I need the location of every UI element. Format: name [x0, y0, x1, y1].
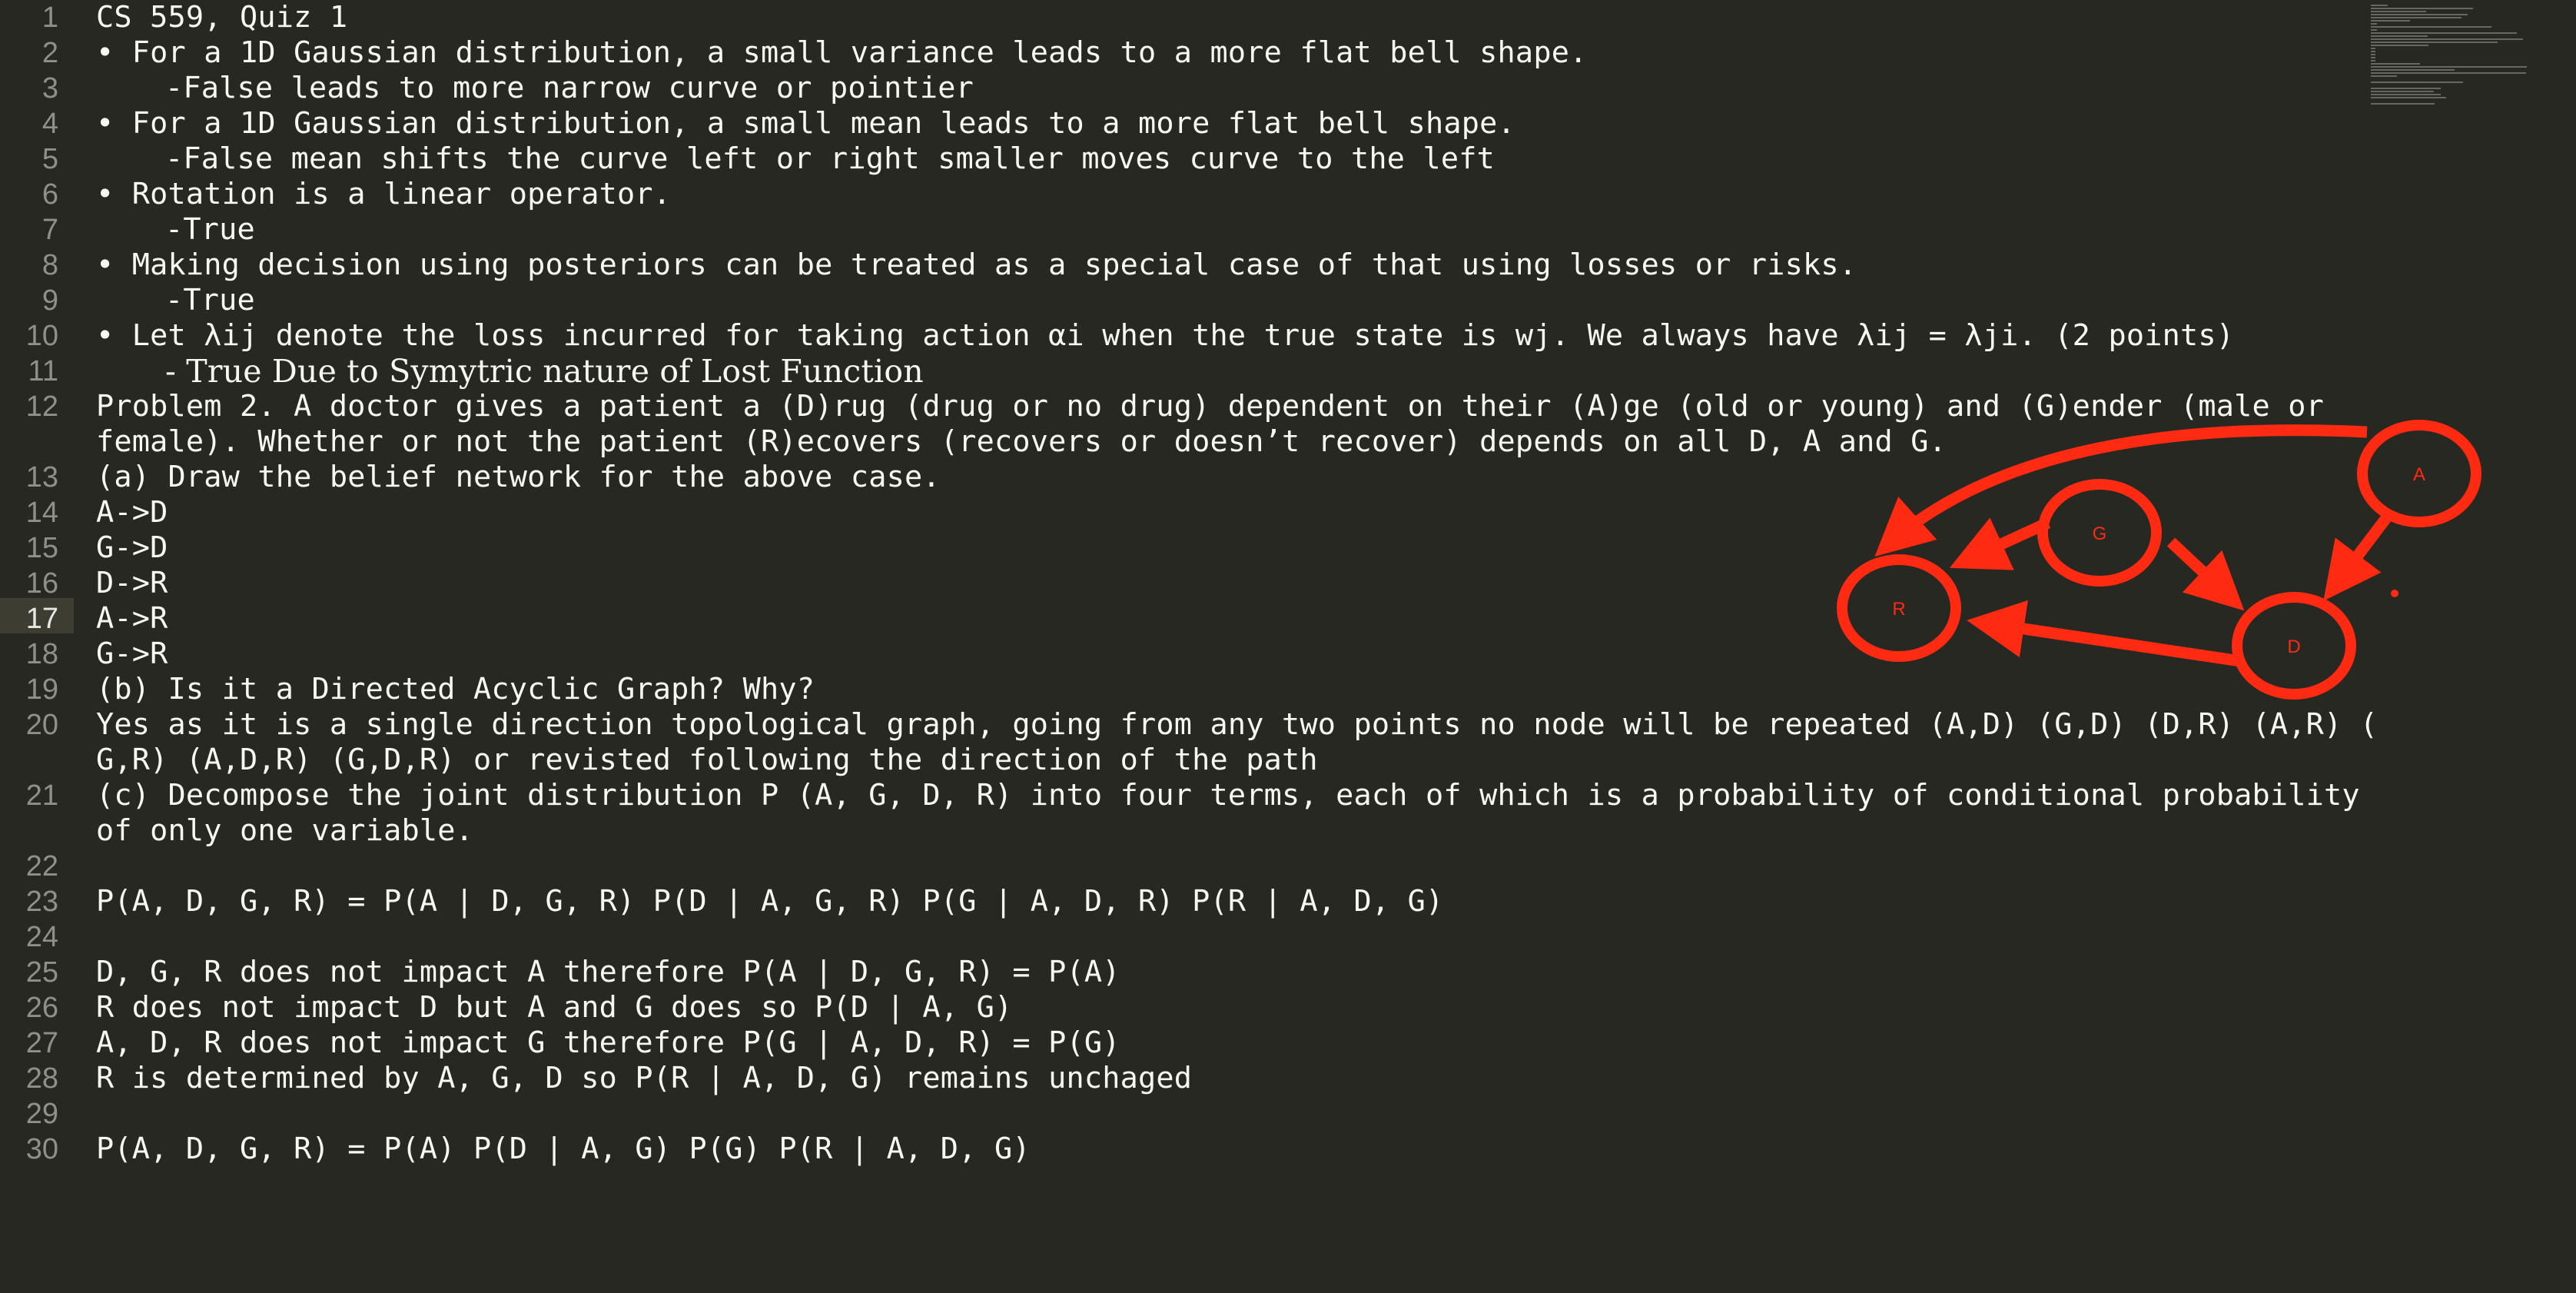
line-number: 7: [41, 214, 58, 246]
code-line[interactable]: -False leads to more narrow curve or poi…: [96, 71, 974, 106]
line-number: 21: [25, 779, 58, 812]
code-line[interactable]: • Rotation is a linear operator.: [96, 177, 671, 212]
code-line[interactable]: A, D, R does not impact G therefore P(G …: [96, 1025, 1120, 1061]
line-number: 12: [25, 391, 58, 423]
line-number: 5: [41, 143, 58, 175]
code-line[interactable]: -True: [96, 212, 255, 248]
minimap-line: [2371, 38, 2523, 40]
code-line[interactable]: (c) Decompose the joint distribution P (…: [96, 778, 2360, 813]
line-number: 28: [25, 1062, 58, 1095]
minimap-line: [2371, 11, 2426, 12]
minimap-line: [2371, 69, 2455, 71]
editor-text-area[interactable]: CS 559, Quiz 1 • For a 1D Gaussian distri…: [96, 0, 2402, 1293]
line-number: 30: [25, 1133, 58, 1165]
minimap-line: [2371, 54, 2375, 55]
line-number: 16: [25, 567, 58, 600]
text-editor-window: 1 2 3 4 5 6 7 8 9 10 11 12 13 14 15 16 17 18 19 20 21 22 23 24 2…: [0, 0, 2576, 1293]
code-line[interactable]: A->D: [96, 495, 168, 530]
minimap-line: [2371, 51, 2375, 52]
line-number: 15: [25, 532, 58, 564]
minimap-line: [2371, 23, 2377, 25]
line-number: 27: [25, 1027, 58, 1059]
code-line[interactable]: • Let λij denote the loss incurred for t…: [96, 318, 2234, 354]
line-number-gutter: 1 2 3 4 5 6 7 8 9 10 11 12 13 14 15 16 17 18 19 20 21 22 23 24 2…: [0, 0, 74, 1293]
line-number: 18: [25, 638, 58, 670]
line-number: 23: [25, 886, 58, 918]
line-number: 25: [25, 956, 58, 989]
minimap-line: [2371, 29, 2377, 31]
line-number: 26: [25, 992, 58, 1024]
minimap-line: [2371, 42, 2498, 43]
line-number: 19: [25, 673, 58, 706]
minimap-line: [2371, 32, 2517, 34]
line-number: 9: [41, 284, 58, 317]
code-line[interactable]: • Making decision using posteriors can b…: [96, 248, 1857, 283]
code-line[interactable]: • For a 1D Gaussian distribution, a smal…: [96, 35, 1587, 71]
line-number: 29: [25, 1098, 58, 1130]
line-number: 8: [41, 249, 58, 281]
minimap-line: [2371, 66, 2527, 68]
minimap-line: [2371, 8, 2473, 9]
line-number: 10: [25, 320, 58, 352]
minimap-line: [2371, 26, 2491, 28]
line-number: 2: [41, 37, 58, 69]
code-line[interactable]: R is determined by A, G, D so P(R | A, D…: [96, 1061, 1192, 1096]
minimap-line: [2371, 57, 2375, 58]
line-number: 22: [25, 850, 58, 882]
minimap-line: [2371, 17, 2461, 18]
code-line[interactable]: P(A, D, G, R) = P(A) P(D | A, G) P(G) P(…: [96, 1132, 1031, 1167]
line-number: 13: [25, 461, 58, 494]
line-number: 6: [41, 178, 58, 211]
minimap-line: [2371, 81, 2463, 83]
code-line[interactable]: -True: [96, 283, 255, 318]
minimap-line: [2371, 5, 2388, 6]
code-line[interactable]: CS 559, Quiz 1: [96, 0, 347, 35]
code-line[interactable]: G,R) (A,D,R) (G,D,R) or revisted followi…: [96, 743, 1318, 778]
line-number: 17: [25, 603, 58, 635]
line-number: 4: [41, 108, 58, 140]
code-line[interactable]: G->D: [96, 530, 168, 566]
line-number: 3: [41, 72, 58, 105]
node-g-label: G: [2093, 524, 2107, 544]
line-number: 14: [25, 497, 58, 529]
code-line[interactable]: (b) Is it a Directed Acyclic Graph? Why?: [96, 672, 815, 707]
code-line[interactable]: R does not impact D but A and G does so …: [96, 990, 1012, 1025]
minimap-line: [2371, 103, 2435, 105]
minimap-line: [2371, 35, 2428, 37]
code-line[interactable]: -False mean shifts the curve left or rig…: [96, 141, 1495, 177]
node-r-label: R: [1892, 599, 1905, 620]
minimap-line: [2371, 14, 2468, 15]
code-line[interactable]: A->R: [96, 601, 168, 637]
code-line[interactable]: of only one variable.: [96, 813, 473, 849]
minimap-line: [2371, 20, 2410, 22]
line-number: 11: [28, 355, 58, 387]
line-number: 1: [41, 2, 58, 34]
minimap-line: [2371, 91, 2434, 92]
minimap-line: [2371, 72, 2526, 74]
code-line[interactable]: Yes as it is a single direction topologi…: [96, 707, 2378, 743]
line-number: 20: [25, 709, 58, 741]
minimap-line: [2371, 94, 2441, 95]
code-line[interactable]: D, G, R does not impact A therefore P(A …: [96, 955, 1120, 990]
minimap-line: [2371, 63, 2420, 65]
code-line[interactable]: female). Whether or not the patient (R)e…: [96, 424, 1947, 460]
code-line[interactable]: Problem 2. A doctor gives a patient a (D…: [96, 389, 2324, 424]
minimap-line: [2371, 97, 2446, 98]
code-line[interactable]: D->R: [96, 566, 168, 601]
code-line[interactable]: (a) Draw the belief network for the abov…: [96, 460, 941, 495]
minimap-line: [2371, 60, 2375, 61]
line-number: 24: [25, 921, 58, 953]
code-line[interactable]: P(A, D, G, R) = P(A | D, G, R) P(D | A, …: [96, 884, 1443, 919]
code-line[interactable]: - True Due to Symytric nature of Lost Fu…: [96, 354, 924, 389]
minimap-line: [2371, 75, 2397, 77]
node-a-label: A: [2413, 464, 2425, 485]
minimap-line: [2371, 45, 2428, 46]
node-d-label: D: [2287, 637, 2300, 657]
minimap-line: [2371, 88, 2441, 89]
minimap-line: [2371, 48, 2375, 49]
code-line[interactable]: G->R: [96, 637, 168, 672]
minimap[interactable]: [2371, 0, 2576, 108]
code-line[interactable]: • For a 1D Gaussian distribution, a smal…: [96, 106, 1515, 141]
